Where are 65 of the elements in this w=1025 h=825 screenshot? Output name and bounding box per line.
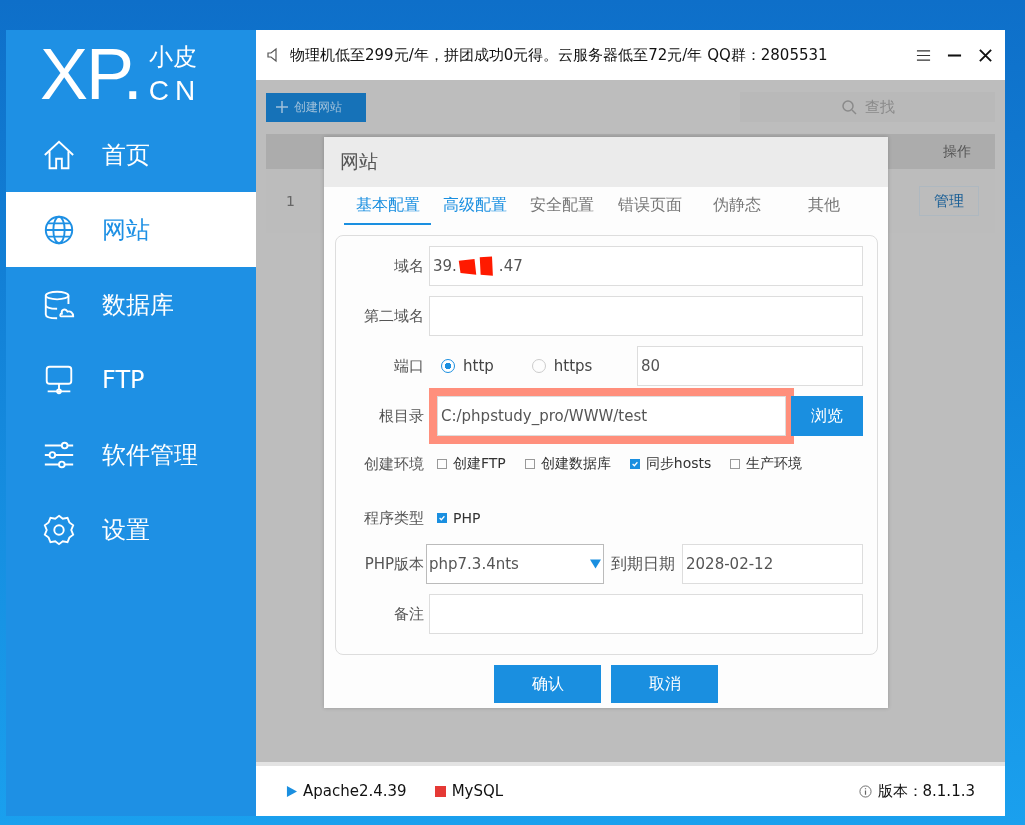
- field-label: 根目录: [378, 406, 424, 426]
- sidebar-item[interactable]: FTP: [6, 342, 256, 417]
- menu-icon[interactable]: [916, 47, 931, 63]
- radio-option[interactable]: https: [531, 357, 593, 375]
- close-icon[interactable]: [978, 47, 993, 63]
- field-label: 第二域名: [363, 306, 424, 326]
- input-field[interactable]: [429, 296, 863, 336]
- php-version-dropdown[interactable]: php7.3.4nts: [426, 544, 604, 584]
- tab[interactable]: 基本配置: [344, 187, 432, 225]
- manage-button[interactable]: 管理: [919, 186, 979, 216]
- browse-button[interactable]: 浏览: [791, 396, 863, 436]
- cancel-button[interactable]: 取消: [611, 665, 718, 703]
- field-label: 备注: [393, 604, 424, 624]
- sidebar-item[interactable]: 设置: [6, 492, 256, 567]
- tab[interactable]: 高级配置: [431, 187, 519, 225]
- tab[interactable]: 伪静态: [693, 187, 781, 225]
- field-label: PHP版本: [363, 554, 424, 574]
- field-label: 创建环境: [363, 454, 424, 474]
- logo-suffix: CN: [148, 74, 202, 107]
- row-number: 1: [286, 193, 295, 209]
- dropdown-arrow-icon: [590, 559, 601, 569]
- sidebar-item[interactable]: 网站: [6, 192, 256, 267]
- checkbox-label: PHP: [453, 510, 481, 526]
- create-site-button[interactable]: 创建网站: [266, 92, 366, 122]
- settings-icon: [42, 512, 76, 547]
- tab[interactable]: 安全配置: [518, 187, 606, 225]
- checkbox-label: 同步hosts: [645, 455, 712, 473]
- checkbox[interactable]: [437, 513, 447, 523]
- checkbox[interactable]: [730, 459, 741, 469]
- checkbox[interactable]: [629, 459, 640, 469]
- info-icon: [858, 784, 872, 798]
- field-label: 域名: [393, 256, 424, 276]
- notice-text: 物理机低至299元/年，拼团成功0元得。云服务器低至72元/年 QQ群：2805531: [290, 45, 829, 65]
- option-label: http: [463, 357, 494, 375]
- confirm-button[interactable]: 确认: [494, 665, 601, 703]
- root-directory-field[interactable]: C:/phpstudy_pro/WWW/test: [437, 396, 786, 436]
- date-field[interactable]: 2028-02-12: [682, 544, 863, 584]
- checkbox-label: 创建数据库: [540, 455, 611, 473]
- field-label: 程序类型: [363, 508, 424, 528]
- version-text: 版本：8.1.1.3: [877, 781, 975, 801]
- radio-option[interactable]: http: [441, 357, 494, 375]
- service-name: Apache2.4.39: [303, 782, 407, 800]
- search-icon: [840, 99, 857, 115]
- sidebar-item[interactable]: 数据库: [6, 267, 256, 342]
- notes-field[interactable]: [429, 594, 863, 634]
- column-header: 操作: [942, 142, 972, 161]
- tab[interactable]: 其他: [780, 187, 868, 225]
- dialog-title: 网站: [340, 149, 378, 174]
- logo-name: 小皮: [148, 41, 198, 73]
- plus-icon: [276, 101, 288, 113]
- port-field[interactable]: 80: [637, 346, 863, 386]
- field-label: 端口: [393, 356, 424, 376]
- sidebar-item[interactable]: 首页: [6, 117, 256, 192]
- tab[interactable]: 错误页面: [606, 187, 694, 225]
- radio-button[interactable]: [441, 359, 455, 373]
- checkbox-label: 创建FTP: [453, 455, 506, 473]
- checkbox-label: 生产环境: [746, 455, 803, 473]
- logo-mark: XP.: [40, 37, 141, 110]
- option-label: https: [553, 357, 593, 375]
- service-name: MySQL: [451, 782, 504, 800]
- checkbox[interactable]: [524, 459, 535, 469]
- field-label: 到期日期: [610, 553, 676, 575]
- checkbox[interactable]: [437, 459, 447, 469]
- sidebar-item[interactable]: 软件管理: [6, 417, 256, 492]
- domain-field[interactable]: 39. .47: [429, 246, 863, 286]
